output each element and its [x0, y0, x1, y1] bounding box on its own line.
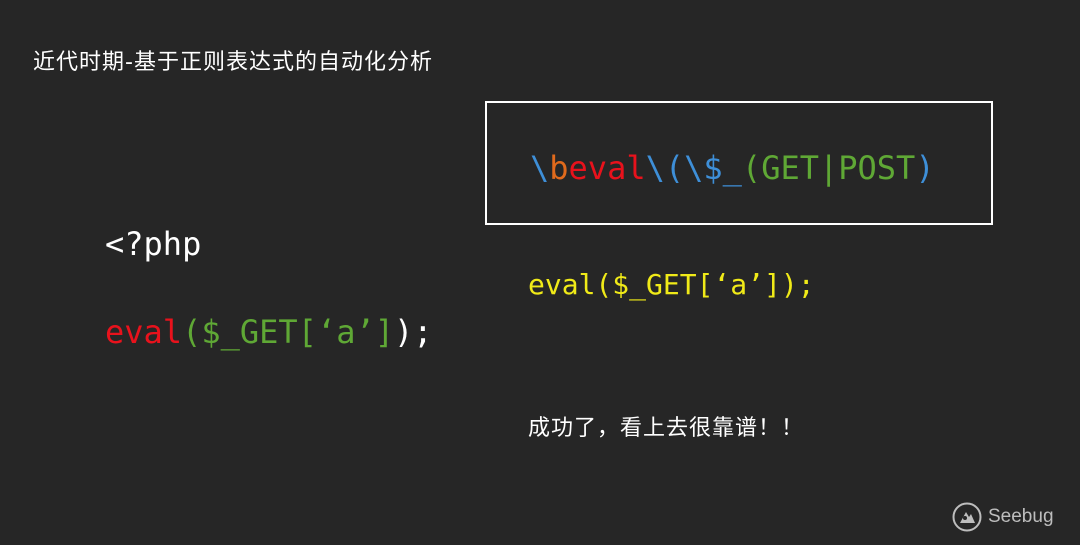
regex-word-boundary: b	[549, 149, 569, 187]
get-argument: $_GET[‘a’]	[201, 313, 394, 351]
regex-post: POST	[838, 149, 916, 187]
seebug-bug-icon	[952, 502, 982, 532]
php-open-tag: <?php	[105, 225, 202, 263]
regex-group-close: )	[915, 149, 935, 187]
regex-pipe: |	[818, 149, 839, 187]
regex-group-open: (	[741, 149, 762, 187]
eval-keyword: eval	[105, 313, 183, 351]
open-paren: (	[182, 313, 202, 351]
seebug-logo: Seebug	[952, 502, 1054, 532]
regex-box: \beval\(\$_(GET|POST)	[485, 101, 993, 225]
left-eval-line: eval($_GET[‘a’]);	[105, 313, 433, 351]
regex-pattern: \beval\(\$_(GET|POST)	[530, 149, 935, 187]
slide-title: 近代时期-基于正则表达式的自动化分析	[33, 50, 433, 75]
right-eval-line: eval($_GET[‘a’]);	[528, 268, 815, 301]
regex-backslash: \	[530, 149, 550, 187]
success-note: 成功了，看上去很靠谱！！	[528, 416, 805, 441]
regex-escaped-paren: \(\	[645, 149, 704, 187]
seebug-logo-text: Seebug	[988, 506, 1054, 527]
regex-eval: eval	[568, 149, 646, 187]
close-paren-semicolon: );	[393, 313, 433, 351]
regex-dollar-underscore: $_	[703, 149, 742, 187]
regex-get: GET	[761, 149, 819, 187]
